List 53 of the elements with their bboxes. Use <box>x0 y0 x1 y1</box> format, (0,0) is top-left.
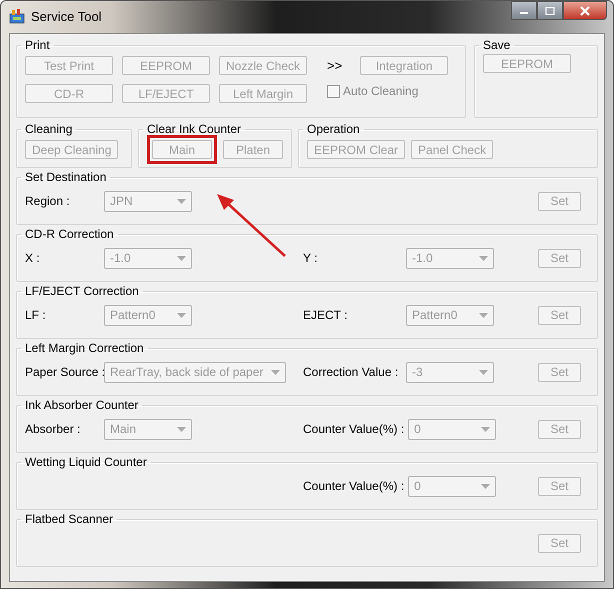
group-title: Wetting Liquid Counter <box>24 455 148 469</box>
dropdown[interactable]: Pattern0 <box>406 304 494 326</box>
dropdown[interactable]: 0 <box>408 418 496 440</box>
field-label: Y : <box>303 251 318 265</box>
dropdown[interactable]: -1.0 <box>104 248 192 268</box>
group-title: CD-R Correction <box>24 227 115 241</box>
field-label: Region : <box>25 194 71 208</box>
field-label: Correction Value : <box>303 365 400 379</box>
caret-icon <box>177 256 186 260</box>
maximize-icon <box>545 6 555 14</box>
checkbox[interactable] <box>327 84 340 98</box>
group-title: Save <box>482 38 512 52</box>
caret-icon <box>481 484 490 488</box>
group-title: Left Margin Correction <box>24 341 145 355</box>
group-title: Flatbed Scanner <box>24 512 114 526</box>
field-label: Counter Value(%) : <box>303 422 406 436</box>
field-label: EJECT : <box>303 308 348 322</box>
dropdown[interactable]: 0 <box>408 476 496 496</box>
window-title: Service Tool <box>31 8 102 24</box>
caret-icon <box>177 198 186 204</box>
dropdown[interactable]: JPN <box>104 190 192 212</box>
annotation-arrow <box>215 192 287 258</box>
caret-icon <box>479 370 488 374</box>
group-title: Print <box>24 38 51 52</box>
caret-icon <box>177 426 186 432</box>
close-button[interactable] <box>563 1 607 20</box>
group-title: Cleaning <box>24 122 74 136</box>
dropdown[interactable]: -1.0 <box>406 248 494 268</box>
caret-icon <box>271 370 280 374</box>
field-label: Paper Source : <box>25 365 104 379</box>
caret-icon <box>479 312 488 318</box>
group-title: Operation <box>306 122 361 136</box>
dropdown[interactable]: Pattern0 <box>104 304 192 326</box>
checkbox-label: Auto Cleaning <box>343 84 418 98</box>
toolbox-icon <box>9 8 25 24</box>
group-title: Clear Ink Counter <box>146 122 242 136</box>
group-title: Ink Absorber Counter <box>24 398 140 412</box>
caret-icon <box>479 256 488 260</box>
dropdown[interactable]: RearTray, back side of paper <box>104 362 286 382</box>
field-label: X : <box>25 251 41 265</box>
maximize-button[interactable] <box>537 1 563 20</box>
field-label: Counter Value(%) : <box>303 479 406 493</box>
field-label: Absorber : <box>25 422 82 436</box>
dropdown[interactable]: Main <box>104 418 192 440</box>
group-title: Set Destination <box>24 170 108 184</box>
minimize-button[interactable] <box>511 1 537 20</box>
caret-icon <box>177 312 186 318</box>
group-title: LF/EJECT Correction <box>24 284 140 298</box>
caret-icon <box>481 426 490 432</box>
dropdown[interactable]: -3 <box>406 362 494 382</box>
close-icon <box>579 6 591 16</box>
more-label: >> <box>327 58 342 73</box>
field-label: LF : <box>25 308 47 322</box>
